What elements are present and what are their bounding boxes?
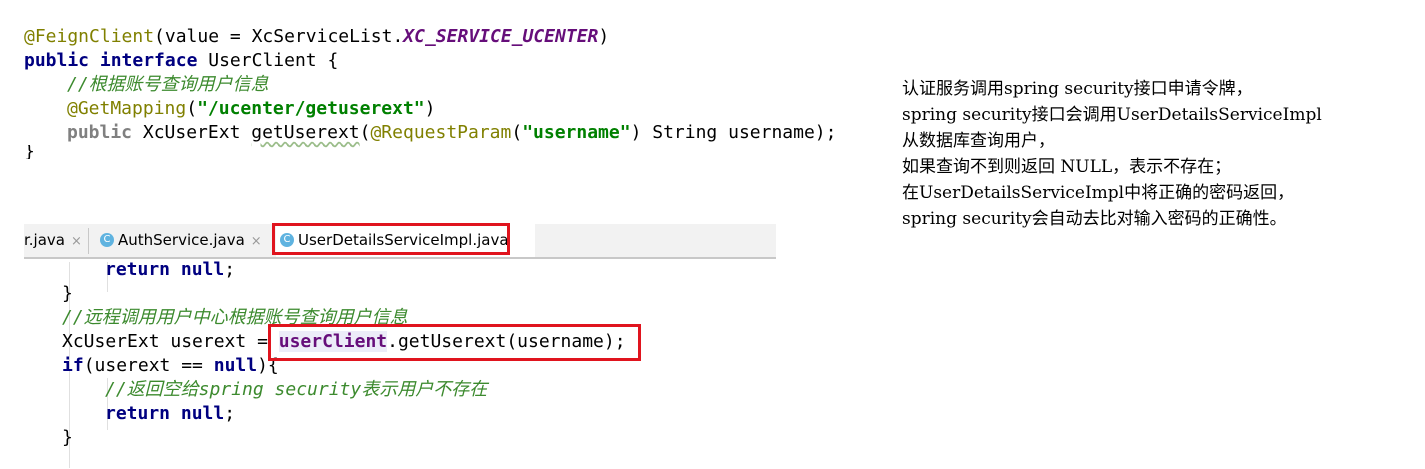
code-text: (value = XcServiceList. xyxy=(154,26,404,47)
annotation: @GetMapping xyxy=(67,98,187,119)
keyword: return xyxy=(105,403,171,424)
class-icon: C xyxy=(100,232,114,247)
note-line: 从数据库查询用户， xyxy=(902,131,1055,151)
code-text: } xyxy=(24,145,35,159)
code-text: ) xyxy=(598,26,610,47)
code-line: @GetMapping("/ucenter/getuserext") xyxy=(24,97,836,121)
keyword: public xyxy=(67,122,133,143)
keyword: null xyxy=(180,259,225,280)
code-text: ( xyxy=(511,122,523,143)
close-icon[interactable]: × xyxy=(251,234,262,249)
code-line: public XcUserExt getUserext(@RequestPara… xyxy=(24,121,836,145)
note-line: 如果查询不到则返回 NULL，表示不存在； xyxy=(902,157,1232,177)
code-text: XcUserExt xyxy=(132,122,252,143)
userclient-call-highlight-box xyxy=(268,324,641,361)
code-text: ) xyxy=(424,98,436,119)
keyword: null xyxy=(213,355,258,376)
keyword: interface xyxy=(99,50,198,71)
code-line: } xyxy=(24,145,836,159)
code-text: ( xyxy=(186,98,198,119)
constant: XC_SERVICE_UCENTER xyxy=(403,26,599,47)
tab-label: AuthService.java xyxy=(118,231,245,249)
string-literal: "/ucenter/getuserext" xyxy=(197,98,425,119)
code-text: (userext == xyxy=(83,355,214,376)
code-line: //返回空给spring security表示用户不存在 xyxy=(24,378,784,402)
keyword: public xyxy=(24,50,90,71)
code-line: @FeignClient(value = XcServiceList.XC_SE… xyxy=(24,25,836,49)
feign-client-code: @FeignClient(value = XcServiceList.XC_SE… xyxy=(24,25,836,159)
method-name: getUserext xyxy=(251,122,360,143)
keyword: if xyxy=(62,355,84,376)
tab-authservice[interactable]: C AuthService.java × xyxy=(100,224,262,257)
code-text: ; xyxy=(224,403,236,424)
code-line: public interface UserClient { xyxy=(24,49,836,73)
tab-divider xyxy=(88,228,89,254)
comment: //根据账号查询用户信息 xyxy=(67,74,269,95)
code-text: ; xyxy=(224,259,236,280)
code-text: UserClient { xyxy=(197,50,339,71)
keyword: null xyxy=(180,403,225,424)
close-icon[interactable]: × xyxy=(71,234,82,249)
annotation: @RequestParam xyxy=(370,122,512,143)
keyword: return xyxy=(105,259,171,280)
note-line: spring security接口会调用UserDetailsServiceIm… xyxy=(902,105,1322,125)
code-text: ) String username); xyxy=(630,122,837,143)
code-line: return null; xyxy=(24,258,784,282)
code-line: } xyxy=(24,282,784,306)
active-tab-highlight-box xyxy=(272,223,510,255)
annotation: @FeignClient xyxy=(24,26,155,47)
comment: //返回空给spring security表示用户不存在 xyxy=(105,379,488,400)
note-line: spring security会自动去比对输入密码的正确性。 xyxy=(902,209,1287,229)
explanation-note: 认证服务调用spring security接口申请令牌， spring secu… xyxy=(902,76,1322,232)
code-text: } xyxy=(62,427,73,448)
code-line: //根据账号查询用户信息 xyxy=(24,73,836,97)
code-text: ( xyxy=(359,122,371,143)
tab-r-java[interactable]: r.java × xyxy=(24,224,82,257)
code-text: } xyxy=(62,283,73,304)
code-line: return null; xyxy=(24,402,784,426)
tab-label: r.java xyxy=(24,231,65,249)
code-text: XcUserExt userext = xyxy=(62,331,279,352)
note-line: 认证服务调用spring security接口申请令牌， xyxy=(902,79,1253,99)
string-literal: "username" xyxy=(522,122,631,143)
note-line: 在UserDetailsServiceImpl中将正确的密码返回， xyxy=(902,183,1295,203)
code-line: } xyxy=(24,426,784,450)
